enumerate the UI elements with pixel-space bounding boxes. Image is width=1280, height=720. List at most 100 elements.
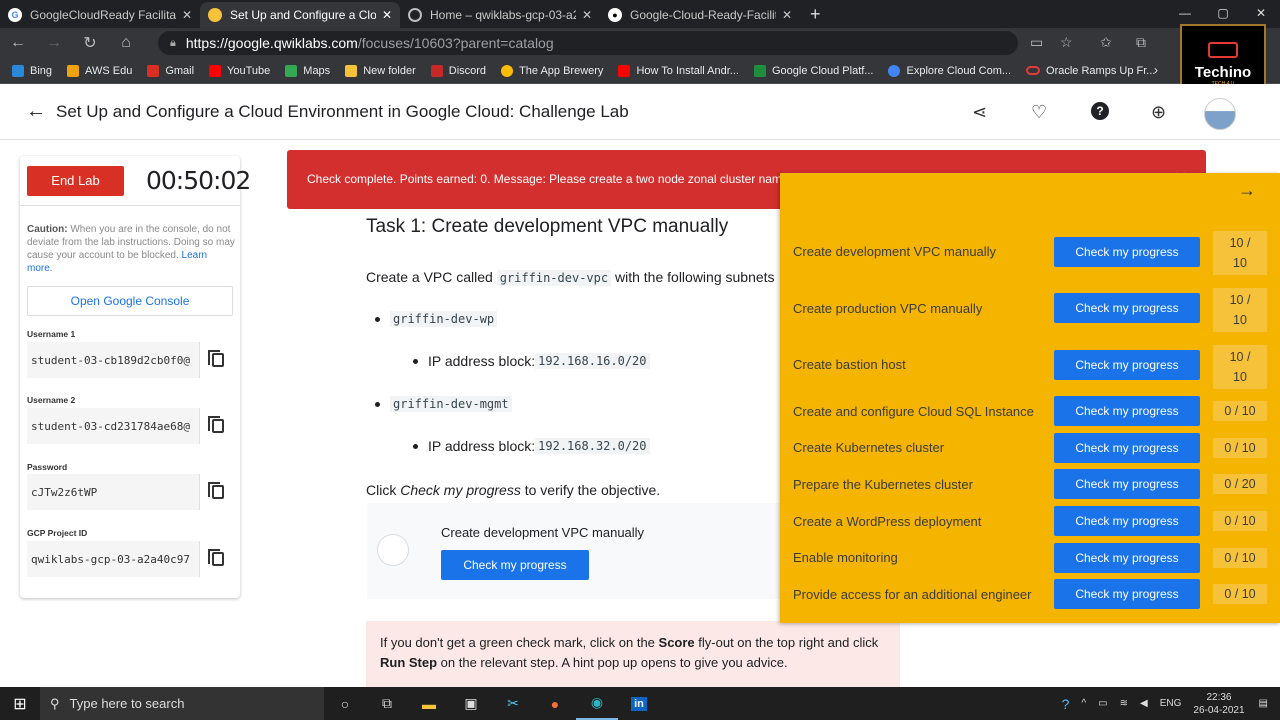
tab-title: Google-Cloud-Ready-Facilitator/	[630, 8, 776, 22]
check-progress-button[interactable]: Check my progress	[1054, 237, 1200, 267]
windows-start-icon[interactable]: ⊞	[0, 694, 40, 714]
check-progress-button[interactable]: Check my progress	[1054, 543, 1200, 573]
bookmark-item[interactable]: The App Brewery	[501, 64, 603, 77]
copy-button[interactable]	[199, 342, 235, 378]
clock-date: 26-04-2021	[1193, 704, 1245, 716]
bookmark-item[interactable]: YouTube	[209, 64, 270, 77]
check-progress-button[interactable]: Check my progress	[1054, 506, 1200, 536]
reader-icon[interactable]: ▭	[1030, 34, 1043, 51]
firefox-icon[interactable]: ●	[534, 687, 576, 720]
store-icon[interactable]: ▣	[450, 687, 492, 720]
copy-icon	[207, 416, 224, 433]
check-progress-button[interactable]: Check my progress	[1054, 293, 1200, 323]
bookmark-item[interactable]: AWS Edu	[67, 64, 132, 77]
task-heading: Task 1: Create development VPC manually	[366, 216, 729, 237]
score-row-label: Create development VPC manually	[793, 244, 997, 259]
open-console-button[interactable]: Open Google Console	[27, 286, 233, 316]
bookmark-star-icon[interactable]: ☆	[1060, 34, 1073, 51]
notifications-icon[interactable]: ▤	[1259, 698, 1268, 709]
lock-icon: 🔒︎	[170, 36, 176, 49]
field-value[interactable]: cJTw2z6tWP	[27, 486, 199, 499]
check-progress-button[interactable]: Check my progress	[1054, 350, 1200, 380]
bookmark-item[interactable]: Bing	[12, 64, 52, 77]
check-progress-button[interactable]: Check my progress	[1054, 433, 1200, 463]
hint-bold: Run Step	[380, 655, 438, 670]
field-value[interactable]: student-03-cb189d2cb0f0@	[27, 354, 199, 367]
bookmark-item[interactable]: Oracle Ramps Up Fr...	[1026, 65, 1155, 77]
status-circle	[377, 534, 409, 566]
close-tab-icon[interactable]: ✕	[782, 8, 792, 22]
browser-tab[interactable]: G GoogleCloudReady Facilitator Pr ✕	[0, 2, 200, 28]
back-arrow-icon[interactable]: ←	[0, 34, 36, 52]
tab-title: Home – qwiklabs-gcp-03-a2a...	[430, 8, 576, 22]
forward-arrow-icon[interactable]: →	[36, 34, 72, 52]
copy-button[interactable]	[199, 408, 235, 444]
clock[interactable]: 22:36 26-04-2021	[1193, 691, 1244, 717]
cortana-icon[interactable]: ○	[324, 687, 366, 720]
logo-title: Techino	[1194, 63, 1252, 81]
maps-icon	[285, 64, 298, 77]
caution-label: Caution:	[27, 224, 68, 235]
gmail-icon	[147, 64, 160, 77]
verify-text-part: to verify the objective.	[520, 482, 661, 498]
check-progress-button[interactable]: Check my progress	[1054, 469, 1200, 499]
bookmark-item[interactable]: Discord	[430, 64, 486, 77]
check-progress-button[interactable]: Check my progress	[1054, 396, 1200, 426]
copy-button[interactable]	[199, 474, 235, 510]
close-tab-icon[interactable]: ✕	[582, 8, 592, 22]
page-title: Set Up and Configure a Cloud Environment…	[56, 101, 629, 121]
url-input[interactable]: 🔒︎ https://google.qwiklabs.com/focuses/1…	[158, 31, 1018, 55]
qwiklabs-icon	[208, 8, 222, 22]
close-tab-icon[interactable]: ✕	[382, 8, 392, 22]
browser-tab-active[interactable]: Set Up and Configure a Cloud En ✕	[200, 2, 400, 28]
hint-text: fly-out on the top right and click	[694, 635, 879, 650]
reload-icon[interactable]: ↻	[72, 33, 108, 53]
heart-icon[interactable]: ♡	[1031, 102, 1047, 123]
language-globe-icon[interactable]: ⊕	[1151, 102, 1166, 123]
bookmark-item[interactable]: Gmail	[147, 64, 194, 77]
help-icon[interactable]: ?	[1062, 696, 1070, 712]
check-progress-button[interactable]: Check my progress	[441, 550, 589, 580]
bookmark-label: New folder	[363, 64, 416, 77]
bookmark-item[interactable]: How To Install Andr...	[618, 64, 739, 77]
edge-icon[interactable]: ◉	[576, 687, 618, 720]
task-view-icon[interactable]: ⧉	[366, 687, 408, 720]
inline-code: griffin-dev-mgmt	[390, 396, 512, 412]
help-icon[interactable]: ?	[1091, 102, 1109, 120]
divider	[20, 205, 240, 206]
bookmark-item[interactable]: Explore Cloud Com...	[888, 64, 1011, 77]
browser-tab[interactable]: ● Google-Cloud-Ready-Facilitator/ ✕	[600, 2, 800, 28]
volume-icon[interactable]: ◀	[1140, 698, 1148, 709]
google-icon	[888, 64, 901, 77]
snipping-tool-icon[interactable]: ✂	[492, 687, 534, 720]
new-tab-icon[interactable]: +	[810, 2, 821, 28]
collections-icon[interactable]: ⧉	[1136, 34, 1146, 51]
field-value[interactable]: qwiklabs-gcp-03-a2a40c97	[27, 553, 199, 566]
back-arrow-icon[interactable]: ←	[26, 100, 52, 123]
taskbar-search-input[interactable]: ⚲ Type here to search	[40, 687, 324, 720]
favorites-icon[interactable]: ✩	[1100, 34, 1112, 51]
bullet-dot	[413, 358, 418, 364]
chevron-right-icon[interactable]: ›	[1154, 63, 1158, 77]
search-placeholder: Type here to search	[69, 696, 185, 711]
bookmark-item[interactable]: Maps	[285, 64, 330, 77]
bookmark-item[interactable]: New folder	[345, 64, 416, 77]
copy-button[interactable]	[199, 541, 235, 577]
score-points: 0 / 10	[1213, 401, 1267, 421]
close-tab-icon[interactable]: ✕	[182, 8, 192, 22]
field-value[interactable]: student-03-cd231784ae68@	[27, 420, 199, 433]
avatar[interactable]	[1204, 98, 1236, 130]
battery-icon[interactable]: ▭	[1098, 698, 1107, 709]
linkedin-icon[interactable]: in	[618, 687, 660, 720]
home-icon[interactable]: ⌂	[108, 34, 144, 52]
share-icon[interactable]: ⋖	[972, 102, 987, 123]
file-explorer-icon[interactable]: ▬	[408, 687, 450, 720]
bookmark-item[interactable]: Google Cloud Platf...	[753, 64, 873, 77]
chevron-up-icon[interactable]: ^	[1081, 698, 1086, 709]
browser-tab[interactable]: Home – qwiklabs-gcp-03-a2a... ✕	[400, 2, 600, 28]
wifi-icon[interactable]: ≋	[1120, 698, 1128, 709]
check-progress-button[interactable]: Check my progress	[1054, 579, 1200, 609]
language-indicator[interactable]: ENG	[1160, 698, 1182, 709]
end-lab-button[interactable]: End Lab	[27, 166, 124, 196]
arrow-right-icon[interactable]: →	[1238, 180, 1256, 201]
